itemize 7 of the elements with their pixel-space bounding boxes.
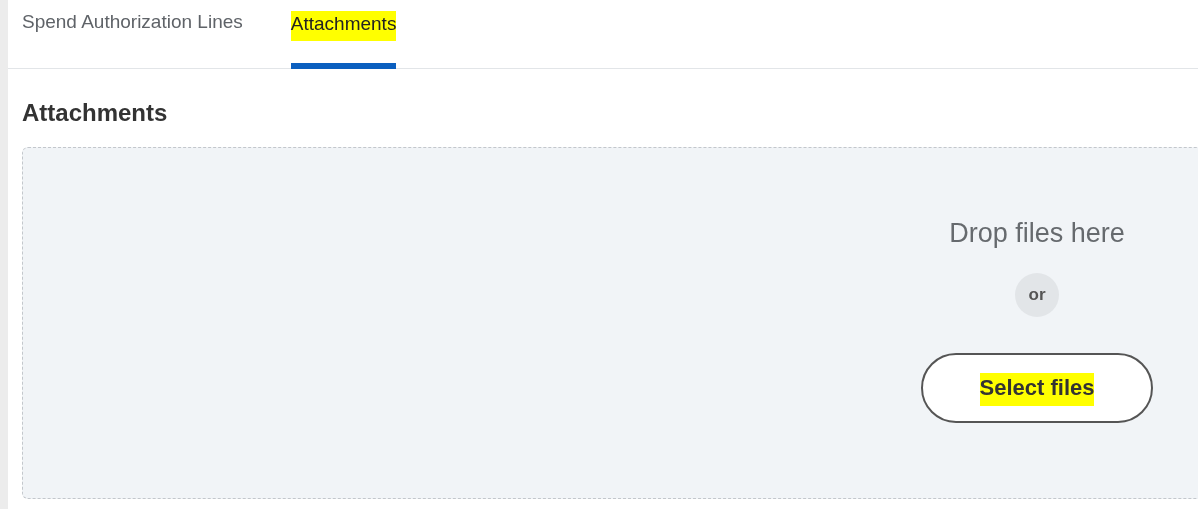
drop-zone[interactable]: Drop files here or Select files [22,147,1198,499]
tab[interactable]: Spend Authorization Lines [22,0,243,69]
tab[interactable]: Attachments [290,0,397,69]
section-title: Attachments [22,99,169,127]
drop-prompt: Drop files here [949,218,1125,249]
select-files-button[interactable]: Select files [921,353,1153,423]
separator-label: or [1015,273,1059,317]
